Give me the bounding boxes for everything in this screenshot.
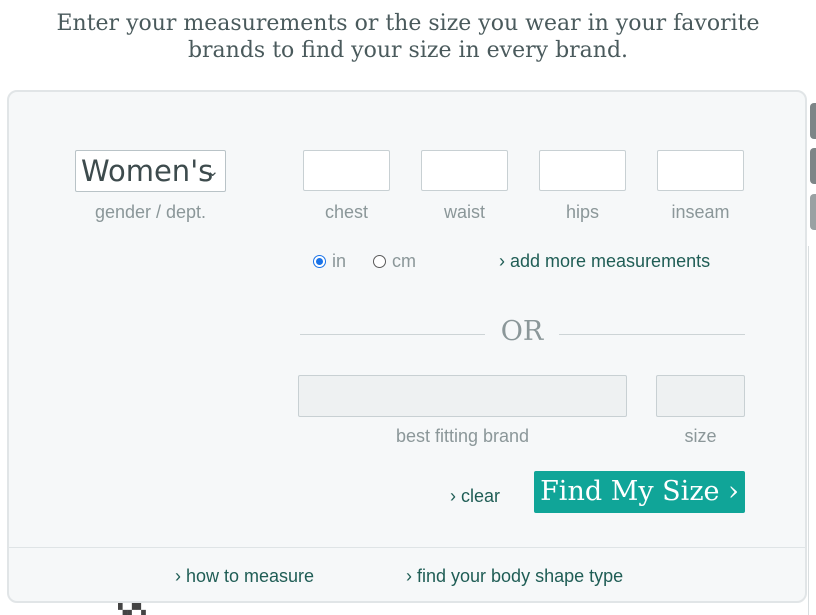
best-fitting-brand-input[interactable] xyxy=(298,375,627,417)
best-fitting-brand-label: best fitting brand xyxy=(395,426,530,446)
gender-label: gender / dept. xyxy=(94,202,207,222)
unit-in-label: in xyxy=(332,251,347,271)
intro-line-1: Enter your measurements or the size you … xyxy=(56,11,760,36)
side-tab-3[interactable] xyxy=(810,194,816,230)
or-divider-right xyxy=(559,334,745,335)
chevron-down-icon: ⌄ xyxy=(206,162,219,180)
side-tab-2[interactable] xyxy=(810,148,816,184)
hips-input[interactable] xyxy=(539,150,626,191)
partial-logo-icon: ▚▞▚ xyxy=(118,603,146,615)
gender-selected-value: Women's xyxy=(81,154,214,188)
clear-link[interactable]: › clear xyxy=(450,486,500,507)
unit-in-radio[interactable] xyxy=(313,255,326,268)
body-shape-link[interactable]: › find your body shape type xyxy=(406,566,623,587)
how-to-measure-link[interactable]: › how to measure xyxy=(175,566,314,587)
intro-text: Enter your measurements or the size you … xyxy=(0,10,816,64)
footer-separator xyxy=(9,547,805,548)
brand-size-input[interactable] xyxy=(656,375,745,417)
unit-cm-radio[interactable] xyxy=(373,255,386,268)
waist-input[interactable] xyxy=(421,150,508,191)
inseam-input[interactable] xyxy=(657,150,744,191)
find-my-size-button[interactable]: Find My Size › xyxy=(534,471,745,513)
right-edge-line xyxy=(808,246,809,615)
inseam-label: inseam xyxy=(671,202,730,222)
chest-input[interactable] xyxy=(303,150,390,191)
gender-select[interactable]: Women's ⌄ xyxy=(75,150,226,192)
brand-size-label: size xyxy=(684,426,717,446)
or-divider-left xyxy=(300,334,485,335)
waist-label: waist xyxy=(443,202,485,222)
add-more-measurements-link[interactable]: › add more measurements xyxy=(499,251,710,272)
intro-line-2: brands to find your size in every brand. xyxy=(187,38,629,63)
size-finder-panel: Women's ⌄ gender / dept. chest waist hip… xyxy=(7,90,807,603)
chest-label: chest xyxy=(324,202,369,222)
or-text: OR xyxy=(500,316,544,347)
unit-cm-label: cm xyxy=(392,251,416,271)
hips-label: hips xyxy=(565,202,600,222)
side-tab-1[interactable] xyxy=(810,103,816,139)
